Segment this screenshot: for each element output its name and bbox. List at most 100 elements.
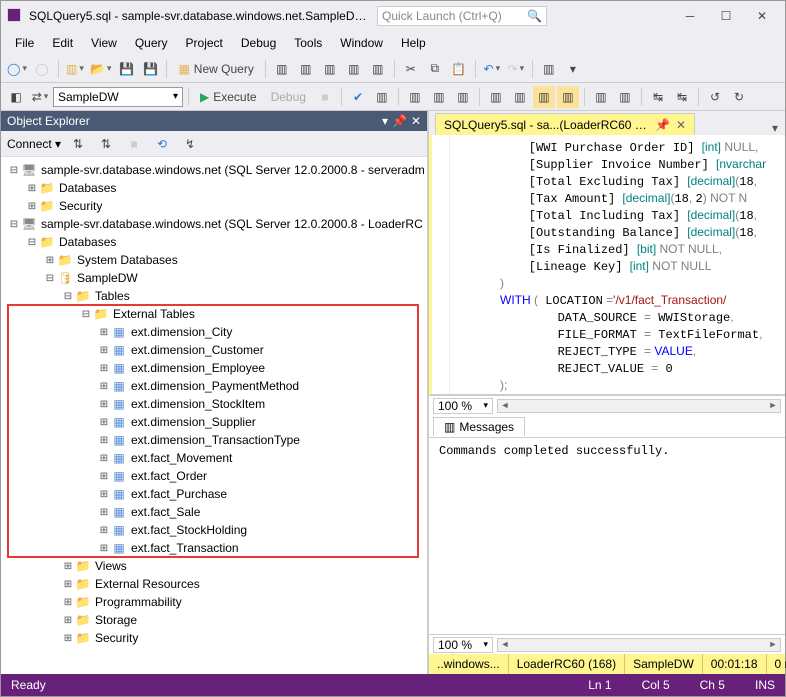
tab-dropdown-icon[interactable]: ▾ bbox=[765, 121, 785, 135]
tb2-b10[interactable]: ▥ bbox=[614, 86, 636, 108]
messages-tab[interactable]: ▥ Messages bbox=[433, 417, 525, 436]
nav-back-button[interactable]: ◯ bbox=[5, 58, 29, 80]
folder-external-resources[interactable]: ⊞📁External Resources bbox=[3, 575, 425, 593]
tb2-b12[interactable]: ↹ bbox=[671, 86, 693, 108]
tb2-b11[interactable]: ↹ bbox=[647, 86, 669, 108]
database-combo[interactable]: SampleDW bbox=[53, 87, 183, 107]
folder-external-tables[interactable]: ⊟📁External Tables bbox=[3, 305, 425, 323]
folder-tables[interactable]: ⊟📁Tables bbox=[3, 287, 425, 305]
tb2-b8[interactable]: ▥ bbox=[557, 86, 579, 108]
dropdown-icon[interactable]: ▾ bbox=[382, 114, 388, 128]
pin-icon[interactable]: 📌 bbox=[392, 114, 407, 128]
tb2-b5[interactable]: ▥ bbox=[485, 86, 507, 108]
expand-icon[interactable]: ⊟ bbox=[25, 237, 39, 248]
parse-button[interactable]: ✔ bbox=[347, 86, 369, 108]
h-scrollbar[interactable] bbox=[497, 399, 781, 413]
folder-security[interactable]: ⊞📁Security bbox=[3, 197, 425, 215]
debug-button[interactable]: Debug bbox=[265, 90, 312, 104]
table-ext-dimension_Supplier[interactable]: ⊞▦ext.dimension_Supplier bbox=[3, 413, 425, 431]
conn-btn1[interactable]: ⇅ bbox=[67, 133, 89, 155]
expand-icon[interactable]: ⊞ bbox=[97, 363, 111, 374]
expand-icon[interactable]: ⊟ bbox=[61, 291, 75, 302]
save-button[interactable]: 💾 bbox=[115, 58, 137, 80]
menu-edit[interactable]: Edit bbox=[44, 34, 81, 52]
tb-btn-end2[interactable]: ▾ bbox=[562, 58, 584, 80]
conn-btn2[interactable]: ⇅ bbox=[95, 133, 117, 155]
new-query-button[interactable]: ▦New Query bbox=[172, 62, 259, 76]
table-ext-dimension_Employee[interactable]: ⊞▦ext.dimension_Employee bbox=[3, 359, 425, 377]
folder-views[interactable]: ⊞📁Views bbox=[3, 557, 425, 575]
tb2-b3[interactable]: ▥ bbox=[428, 86, 450, 108]
tb2-b4[interactable]: ▥ bbox=[452, 86, 474, 108]
table-ext-fact_Order[interactable]: ⊞▦ext.fact_Order bbox=[3, 467, 425, 485]
expand-icon[interactable]: ⊟ bbox=[7, 165, 21, 176]
refresh-icon[interactable]: ⟲ bbox=[151, 133, 173, 155]
expand-icon[interactable]: ⊞ bbox=[61, 615, 75, 626]
tb-btn-end1[interactable]: ▥ bbox=[538, 58, 560, 80]
folder-databases-2[interactable]: ⊟📁Databases bbox=[3, 233, 425, 251]
minimize-button[interactable]: ─ bbox=[673, 5, 707, 27]
menu-view[interactable]: View bbox=[83, 34, 125, 52]
tb2-b13[interactable]: ↺ bbox=[704, 86, 726, 108]
tb2-btn2[interactable]: ⇄ bbox=[29, 86, 51, 108]
table-ext-fact_Movement[interactable]: ⊞▦ext.fact_Movement bbox=[3, 449, 425, 467]
stop-button[interactable]: ■ bbox=[314, 86, 336, 108]
expand-icon[interactable]: ⊞ bbox=[97, 489, 111, 500]
conn-btn4[interactable]: ↯ bbox=[179, 133, 201, 155]
expand-icon[interactable]: ⊞ bbox=[97, 399, 111, 410]
new-item-button[interactable]: ▥ bbox=[64, 58, 86, 80]
expand-icon[interactable]: ⊟ bbox=[79, 309, 93, 320]
table-ext-fact_Transaction[interactable]: ⊞▦ext.fact_Transaction bbox=[3, 539, 425, 557]
table-ext-dimension_TransactionType[interactable]: ⊞▦ext.dimension_TransactionType bbox=[3, 431, 425, 449]
expand-icon[interactable]: ⊞ bbox=[61, 561, 75, 572]
table-ext-fact_StockHolding[interactable]: ⊞▦ext.fact_StockHolding bbox=[3, 521, 425, 539]
tb-btn-1[interactable]: ▥ bbox=[271, 58, 293, 80]
tb2-b1[interactable]: ▥ bbox=[371, 86, 393, 108]
expand-icon[interactable]: ⊞ bbox=[97, 471, 111, 482]
expand-icon[interactable]: ⊞ bbox=[61, 597, 75, 608]
expand-icon[interactable]: ⊞ bbox=[97, 453, 111, 464]
menu-help[interactable]: Help bbox=[393, 34, 434, 52]
save-all-button[interactable]: 💾 bbox=[139, 58, 161, 80]
expand-icon[interactable]: ⊞ bbox=[97, 543, 111, 554]
db-sampledw[interactable]: ⊟🛢SampleDW bbox=[3, 269, 425, 287]
tb2-b6[interactable]: ▥ bbox=[509, 86, 531, 108]
menu-project[interactable]: Project bbox=[178, 34, 231, 52]
expand-icon[interactable]: ⊞ bbox=[61, 633, 75, 644]
execute-button[interactable]: ▶Execute bbox=[194, 90, 263, 104]
expand-icon[interactable]: ⊞ bbox=[97, 507, 111, 518]
tb2-btn1[interactable]: ◧ bbox=[5, 86, 27, 108]
tb2-b9[interactable]: ▥ bbox=[590, 86, 612, 108]
redo-button[interactable]: ↷ bbox=[505, 58, 527, 80]
tab-sqlquery5[interactable]: SQLQuery5.sql - sa...(LoaderRC60 (168))*… bbox=[435, 113, 695, 135]
connect-button[interactable]: Connect ▾ bbox=[7, 137, 61, 151]
menu-tools[interactable]: Tools bbox=[286, 34, 330, 52]
folder-programmability[interactable]: ⊞📁Programmability bbox=[3, 593, 425, 611]
quick-launch-input[interactable]: Quick Launch (Ctrl+Q) 🔍 bbox=[377, 6, 547, 26]
expand-icon[interactable]: ⊞ bbox=[97, 525, 111, 536]
expand-icon[interactable]: ⊞ bbox=[43, 255, 57, 266]
tb-btn-5[interactable]: ▥ bbox=[367, 58, 389, 80]
tb2-b14[interactable]: ↻ bbox=[728, 86, 750, 108]
expand-icon[interactable]: ⊞ bbox=[25, 183, 39, 194]
pin-icon[interactable]: 📌 bbox=[655, 118, 670, 132]
code-area[interactable]: [WWI Purchase Order ID] [int] NULL, [Sup… bbox=[429, 135, 785, 395]
copy-button[interactable]: ⧉ bbox=[424, 58, 446, 80]
expand-icon[interactable]: ⊞ bbox=[61, 579, 75, 590]
close-panel-icon[interactable]: ✕ bbox=[411, 114, 421, 128]
menu-file[interactable]: File bbox=[7, 34, 42, 52]
undo-button[interactable]: ↶ bbox=[481, 58, 503, 80]
close-tab-icon[interactable]: ✕ bbox=[676, 118, 686, 132]
expand-icon[interactable]: ⊞ bbox=[97, 381, 111, 392]
zoom-combo[interactable]: 100 % bbox=[433, 398, 493, 414]
table-ext-dimension_City[interactable]: ⊞▦ext.dimension_City bbox=[3, 323, 425, 341]
folder-security[interactable]: ⊞📁Security bbox=[3, 629, 425, 647]
tb-btn-2[interactable]: ▥ bbox=[295, 58, 317, 80]
tree[interactable]: ⊟🖥sample-svr.database.windows.net (SQL S… bbox=[1, 157, 427, 674]
expand-icon[interactable]: ⊞ bbox=[97, 435, 111, 446]
server-2[interactable]: ⊟🖥sample-svr.database.windows.net (SQL S… bbox=[3, 215, 425, 233]
maximize-button[interactable]: ☐ bbox=[709, 5, 743, 27]
table-ext-dimension_Customer[interactable]: ⊞▦ext.dimension_Customer bbox=[3, 341, 425, 359]
expand-icon[interactable]: ⊞ bbox=[97, 327, 111, 338]
table-ext-fact_Sale[interactable]: ⊞▦ext.fact_Sale bbox=[3, 503, 425, 521]
